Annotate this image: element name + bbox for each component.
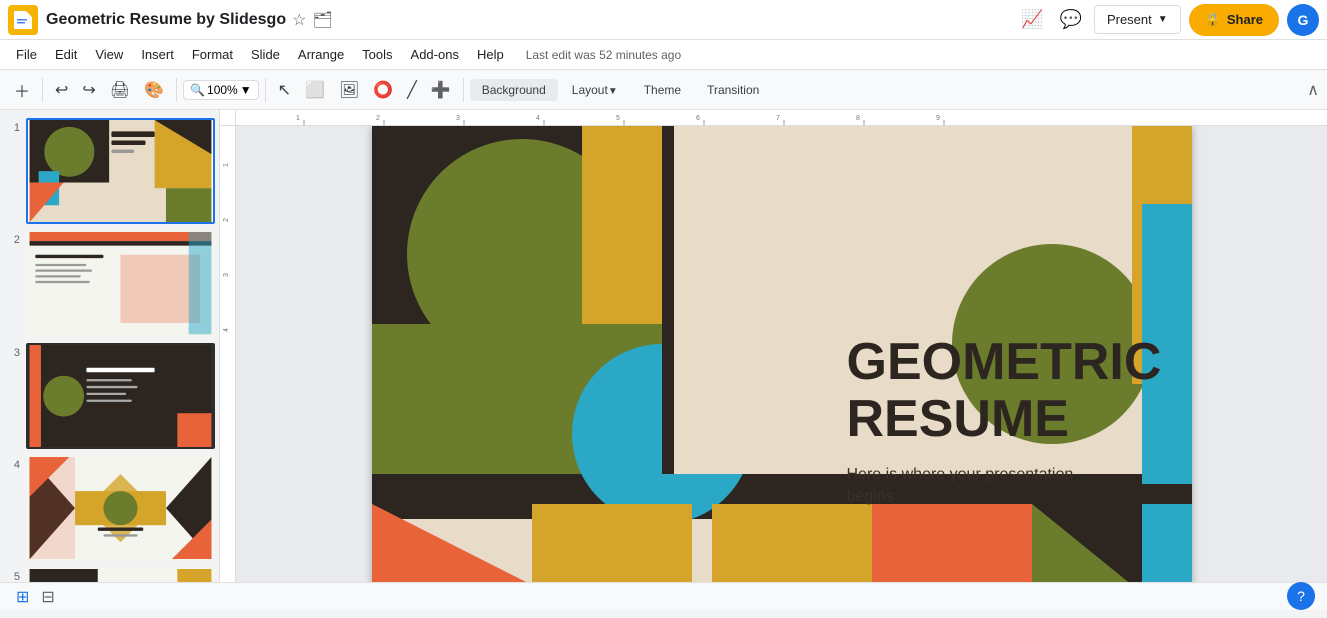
svg-text:5: 5 [616, 115, 620, 122]
ruler-horizontal: 1 2 3 4 5 6 7 8 9 [236, 110, 1327, 126]
activity-icon[interactable]: 📈 [1017, 5, 1047, 34]
star-icon[interactable]: ☆ [292, 10, 306, 30]
transition-button[interactable]: Transition [695, 79, 771, 101]
slide-number-5: 5 [4, 567, 20, 582]
menu-arrange[interactable]: Arrange [290, 43, 352, 66]
svg-text:2: 2 [223, 218, 230, 222]
folder-icon[interactable]: 🗂 [312, 10, 332, 30]
svg-text:6: 6 [696, 115, 700, 122]
bottom-bar: ⊞ ⊟ ? [0, 582, 1327, 610]
menu-slide[interactable]: Slide [243, 43, 288, 66]
avatar[interactable]: G [1287, 4, 1319, 36]
grid-view-button[interactable]: ⊞ [12, 585, 33, 609]
present-button[interactable]: Present ▼ [1094, 5, 1181, 34]
background-button[interactable]: Background [470, 79, 558, 101]
image-tool[interactable]: 🖼 [333, 76, 365, 104]
view-toggle: ⊞ ⊟ [12, 585, 59, 609]
separator-4 [463, 78, 464, 102]
filmstrip-view-button[interactable]: ⊟ [37, 585, 58, 609]
slide-item-1[interactable]: 1 [4, 118, 215, 224]
shape-tool[interactable]: ⭕ [367, 76, 399, 104]
main-layout: 1 [0, 110, 1327, 582]
collapse-toolbar-button[interactable]: ∧ [1307, 80, 1319, 100]
svg-text:1: 1 [296, 115, 300, 122]
separator-3 [265, 78, 266, 102]
toolbar: ＋ ↩ ↪ 🖨 🎨 🔍 100% ▼ ↖ ⬜ 🖼 ⭕ ╱ ➕ Backgroun… [0, 70, 1327, 110]
slide-thumb-3[interactable] [26, 343, 215, 449]
paint-format-button[interactable]: 🎨 [138, 76, 170, 104]
svg-text:1: 1 [223, 163, 230, 167]
main-slide[interactable]: GEOMETRIC RESUME Here is where your pres… [372, 126, 1192, 582]
svg-text:9: 9 [936, 115, 940, 122]
slide-number-2: 2 [4, 230, 20, 246]
comments-icon[interactable]: 💬 [1056, 5, 1086, 34]
menu-tools[interactable]: Tools [354, 43, 400, 66]
svg-text:3: 3 [456, 115, 460, 122]
line-tool[interactable]: ╱ [401, 76, 423, 104]
slide-number-1: 1 [4, 118, 20, 134]
ruler-vertical: 1 2 3 4 [220, 126, 236, 582]
insert-special[interactable]: ➕ [425, 76, 457, 104]
text-tool[interactable]: ⬜ [299, 76, 331, 104]
slide-number-3: 3 [4, 343, 20, 359]
slide-item-3[interactable]: 3 [4, 343, 215, 449]
print-button[interactable]: 🖨 [104, 76, 136, 104]
svg-text:3: 3 [223, 273, 230, 277]
slide-title: GEOMETRIC RESUME [847, 334, 1162, 448]
slide-thumb-1[interactable] [26, 118, 215, 224]
svg-text:4: 4 [536, 115, 540, 122]
slide-thumb-5[interactable] [26, 567, 215, 582]
svg-text:2: 2 [376, 115, 380, 122]
zoom-control[interactable]: 🔍 100% ▼ [183, 80, 259, 100]
layout-button[interactable]: Layout▼ [560, 79, 630, 101]
slide-number-4: 4 [4, 455, 20, 471]
top-bar: Geometric Resume by Slidesgo ☆ 🗂 📈 💬 Pre… [0, 0, 1327, 40]
undo-button[interactable]: ↩ [49, 76, 74, 104]
separator-1 [42, 78, 43, 102]
redo-button[interactable]: ↪ [76, 76, 101, 104]
slide-item-5[interactable]: 5 [4, 567, 215, 582]
menu-edit[interactable]: Edit [47, 43, 85, 66]
menu-addons[interactable]: Add-ons [403, 43, 467, 66]
share-button[interactable]: 🔒 Share [1189, 4, 1279, 36]
menu-insert[interactable]: Insert [133, 43, 182, 66]
last-edit-text: Last edit was 52 minutes ago [526, 48, 681, 62]
svg-text:4: 4 [223, 328, 230, 332]
select-tool[interactable]: ↖ [272, 76, 297, 104]
slide-panel: 1 [0, 110, 220, 582]
menu-view[interactable]: View [87, 43, 131, 66]
theme-button[interactable]: Theme [632, 79, 693, 101]
doc-title-area: Geometric Resume by Slidesgo ☆ 🗂 [46, 10, 333, 30]
separator-2 [176, 78, 177, 102]
slide-thumb-2[interactable] [26, 230, 215, 336]
zoom-out-icon: 🔍 [190, 83, 205, 97]
slide-item-4[interactable]: 4 [4, 455, 215, 561]
slide-subtitle: Here is where your presentation begins [847, 464, 1087, 509]
slide-thumb-4[interactable] [26, 455, 215, 561]
top-actions: 📈 💬 Present ▼ 🔒 Share G [1017, 4, 1319, 36]
canvas-inner: GEOMETRIC RESUME Here is where your pres… [236, 126, 1327, 582]
zoom-dropdown-icon: ▼ [240, 83, 252, 97]
doc-title: Geometric Resume by Slidesgo [46, 11, 286, 29]
menu-help[interactable]: Help [469, 43, 512, 66]
svg-text:8: 8 [856, 115, 860, 122]
present-arrow-icon: ▼ [1158, 14, 1168, 25]
editor-area: 1 2 3 4 5 6 7 8 9 [220, 110, 1327, 582]
lock-icon: 🔒 [1205, 12, 1221, 28]
help-button[interactable]: ? [1287, 582, 1315, 610]
zoom-level: 100% [207, 83, 238, 97]
menu-bar: File Edit View Insert Format Slide Arran… [0, 40, 1327, 70]
add-button[interactable]: ＋ [8, 74, 36, 106]
menu-format[interactable]: Format [184, 43, 241, 66]
ruler-corner [220, 110, 236, 126]
app-logo [8, 5, 38, 35]
svg-text:7: 7 [776, 115, 780, 122]
slide-item-2[interactable]: 2 [4, 230, 215, 336]
menu-file[interactable]: File [8, 43, 45, 66]
